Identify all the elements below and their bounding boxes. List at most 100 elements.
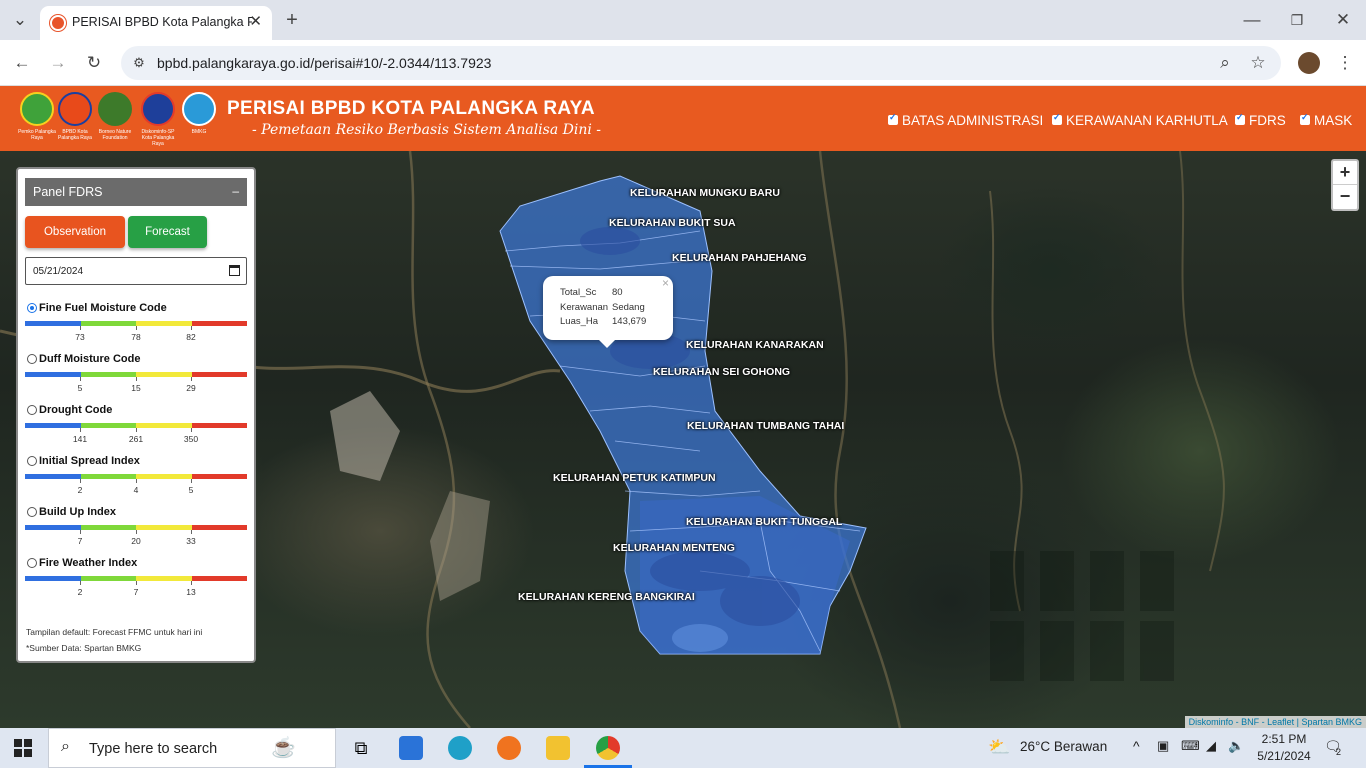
logo-caption: BMKG [191,129,207,135]
task-view-icon[interactable]: ⧉ [349,736,373,760]
taskbar-search[interactable]: ⌕ Type here to search ☕ [48,728,336,768]
calendar-icon[interactable] [229,265,240,276]
scale-tick-label: 2 [77,587,83,597]
index-radio[interactable] [27,456,37,466]
windows-start-icon[interactable] [14,739,32,757]
scale-tick-mark [136,428,137,432]
map-canvas[interactable]: KELURAHAN MUNGKU BARU KELURAHAN BUKIT SU… [0,151,1366,728]
map-label: KELURAHAN BUKIT TUNGGAL [686,516,843,528]
index-radio[interactable] [27,354,37,364]
fdrs-index-option[interactable]: Initial Spread Index 2 4 5 [25,454,247,502]
popup-key: Luas_Ha [560,316,599,327]
search-placeholder: Type here to search [89,741,218,757]
zoom-out-button[interactable]: − [1333,185,1357,209]
index-radio[interactable] [27,303,37,313]
zoom-icon[interactable]: ⌕ [1213,51,1237,75]
restore-window-icon[interactable]: ❐ [1285,8,1309,32]
scale-tick-label: 4 [133,485,139,495]
index-radio[interactable] [27,558,37,568]
scale-tick-mark [80,326,81,330]
scale-tick-mark [80,530,81,534]
fdrs-index-option[interactable]: Fire Weather Index 2 7 13 [25,556,247,604]
map-label: KELURAHAN SEI GOHONG [653,366,791,378]
search-highlight-icon: ☕ [271,737,296,759]
language-icon[interactable]: ⌨ [1181,738,1200,754]
popup-row: Kerawanan Sedang [560,302,645,313]
tab-search-icon[interactable]: ⌄ [8,8,32,32]
scale-tick-label: 7 [133,587,139,597]
new-tab-icon[interactable]: + [280,8,304,32]
map-label: KELURAHAN KERENG BANGKIRAI [518,591,695,603]
forecast-button[interactable]: Forecast [128,216,207,248]
minimize-window-icon[interactable]: — [1240,8,1264,32]
bookmark-star-icon[interactable]: ☆ [1246,51,1270,75]
bmkg-logo-icon [182,92,216,126]
checkbox-icon[interactable] [888,112,898,125]
scale-tick-label: 5 [77,383,83,393]
weather-text[interactable]: 26°C Berawan [1020,739,1107,754]
back-icon[interactable]: ← [10,51,34,75]
layer-toggle-fdrs[interactable]: FDRS [1235,112,1286,128]
volume-icon[interactable]: 🔈 [1228,738,1244,754]
layer-toggle-batas[interactable]: BATAS ADMINISTRASI [888,112,1043,128]
tab-title: PERISAI BPBD Kota Palangka Ra [72,15,252,29]
scale-tick-mark [191,581,192,585]
map-label: KELURAHAN BUKIT SUA [609,217,736,229]
layer-toggle-kerawanan[interactable]: KERAWANAN KARHUTLA [1052,112,1228,128]
map-label: KELURAHAN MUNGKU BARU [630,187,780,199]
fdrs-index-option[interactable]: Drought Code 141 261 350 [25,403,247,451]
map-attribution[interactable]: Diskominfo - BNF - Leaflet | Spartan BMK… [1184,716,1366,728]
taskbar: ⌕ Type here to search ☕ ⧉ ⛅ 26°C Berawan… [0,728,1366,768]
map-label: KELURAHAN PETUK KATIMPUN [553,472,716,484]
index-radio[interactable] [27,405,37,415]
tray-chevron-icon[interactable]: ^ [1133,738,1140,754]
site-info-icon[interactable]: ⚙ [127,51,151,75]
layer-toggle-mask[interactable]: MASK [1300,112,1352,128]
fdrs-index-option[interactable]: Build Up Index 7 20 33 [25,505,247,553]
index-label: Initial Spread Index [39,455,140,467]
browser-toolbar: ← → ↻ ⚙ bpbd.palangkaraya.go.id/perisai#… [0,40,1366,86]
map-label: KELURAHAN KANARAKAN [686,339,824,351]
address-bar[interactable]: ⚙ bpbd.palangkaraya.go.id/perisai#10/-2.… [121,46,1281,80]
popup-value: 80 [612,287,623,298]
file-explorer-icon[interactable] [546,736,570,760]
browser-tab[interactable]: PERISAI BPBD Kota Palangka Ra ✕ [40,6,272,40]
scale-tick-mark [191,428,192,432]
map-label: KELURAHAN PAHJEHANG [672,252,807,264]
checkbox-icon[interactable] [1300,112,1310,125]
edge-icon[interactable] [448,736,472,760]
checkbox-icon[interactable] [1052,112,1062,125]
close-tab-icon[interactable]: ✕ [249,12,262,30]
firefox-icon[interactable] [497,736,521,760]
clock-date: 5/21/2024 [1257,749,1311,763]
browser-menu-icon[interactable]: ⋮ [1333,51,1357,75]
scale-tick-mark [80,428,81,432]
checkbox-icon[interactable] [1235,112,1245,125]
popup-key: Kerawanan [560,302,609,313]
profile-avatar[interactable] [1298,52,1320,74]
date-input[interactable]: 05/21/2024 [25,257,247,285]
scale-tick-label: 350 [183,434,199,444]
date-value: 05/21/2024 [33,266,84,277]
meet-now-icon[interactable]: ▣ [1157,738,1169,754]
zoom-in-button[interactable]: + [1333,161,1357,185]
scale-tick-label: 73 [75,332,85,342]
chrome-icon[interactable] [596,736,620,760]
system-clock[interactable]: 2:51 PM 5/21/2024 [1244,731,1324,765]
weather-icon[interactable]: ⛅ [988,737,1010,758]
network-icon[interactable]: ◢ [1206,738,1216,754]
fdrs-index-option[interactable]: Duff Moisture Code 5 15 29 [25,352,247,400]
close-window-icon[interactable]: ✕ [1331,8,1355,32]
mail-icon[interactable] [399,736,423,760]
observation-button[interactable]: Observation [25,216,125,248]
pemko-logo-icon [20,92,54,126]
scale-tick-label: 82 [186,332,196,342]
panel-minimize-button[interactable]: – [232,184,239,198]
panel-header: Panel FDRS – [25,178,247,206]
index-radio[interactable] [27,507,37,517]
forward-icon[interactable]: → [46,51,70,75]
fdrs-index-option[interactable]: Fine Fuel Moisture Code 73 78 82 [25,301,247,349]
scale-tick-mark [136,326,137,330]
reload-icon[interactable]: ↻ [82,51,106,75]
popup-close-icon[interactable]: × [662,276,669,290]
